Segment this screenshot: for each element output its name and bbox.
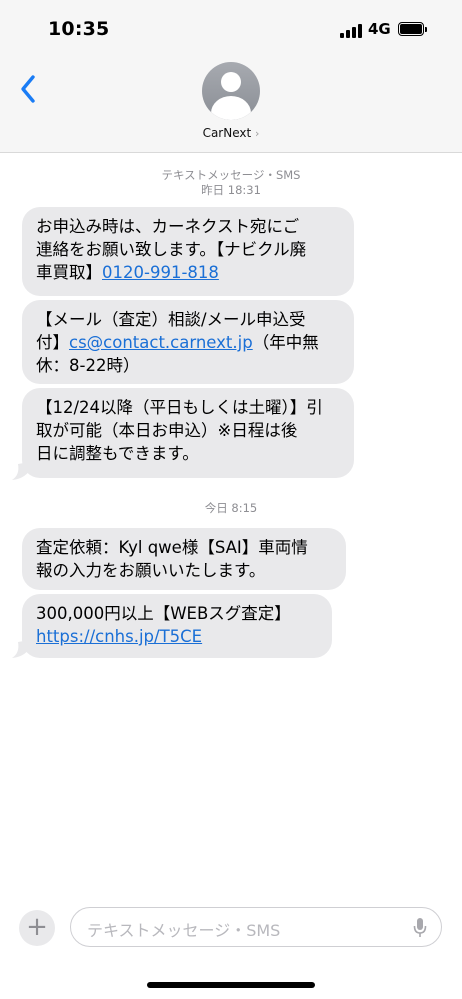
message-line: 取が可能（本日お申込）※日程は後 — [36, 421, 298, 440]
message-meta-label: テキストメッセージ・SMS — [161, 168, 301, 182]
message-text: 車買取】 — [36, 263, 102, 282]
message-line: 日に調整もできます。 — [36, 444, 199, 463]
message-bubble[interactable]: 査定依頼：Kyl qwe様【SAI】車両情 報の入力をお願いいたします。 — [22, 528, 346, 590]
message-line: 付】cs@contact.carnext.jp（年中無 — [36, 331, 340, 354]
message-line: お申込み時は、カーネクスト宛にご — [36, 217, 300, 236]
message-line: 休：8-22時） — [36, 356, 140, 375]
battery-icon — [398, 22, 427, 36]
message-line: 【12/24以降（平日もしくは土曜）】引 — [36, 398, 323, 417]
contact-avatar[interactable] — [202, 62, 260, 120]
message-bubble[interactable]: 【12/24以降（平日もしくは土曜）】引 取が可能（本日お申込）※日程は後 日に… — [22, 388, 354, 478]
apps-plus-button[interactable]: + — [19, 910, 55, 946]
phone-link[interactable]: 0120-991-818 — [102, 263, 219, 282]
message-line: 査定依頼：Kyl qwe様【SAI】車両情 — [36, 538, 308, 557]
microphone-icon[interactable] — [413, 917, 427, 939]
message-line: https://cnhs.jp/T5CE — [36, 625, 318, 648]
email-link[interactable]: cs@contact.carnext.jp — [69, 333, 253, 352]
message-bubble[interactable]: 【メール（査定）相談/メール申込受 付】cs@contact.carnext.j… — [22, 300, 354, 384]
message-text: 付】 — [36, 333, 69, 352]
home-indicator — [147, 982, 315, 988]
message-meta-time: 昨日 18:31 — [201, 183, 261, 197]
person-icon-head — [221, 72, 241, 92]
contact-name-button[interactable]: CarNext › — [0, 126, 462, 140]
person-icon-body — [211, 96, 251, 120]
message-line: 連絡をお願い致します。【ナビクル廃 — [36, 240, 307, 259]
message-line: 300,000円以上【WEBスグ査定】 — [36, 604, 291, 623]
message-bubble[interactable]: 300,000円以上【WEBスグ査定】 https://cnhs.jp/T5CE — [22, 594, 332, 658]
message-line: 報の入力をお願いいたします。 — [36, 561, 266, 580]
message-line: 【メール（査定）相談/メール申込受 — [36, 310, 306, 329]
message-input[interactable]: テキストメッセージ・SMS — [70, 907, 442, 947]
message-input-placeholder: テキストメッセージ・SMS — [87, 921, 281, 940]
chevron-left-icon — [21, 75, 35, 103]
message-meta-time: 今日 8:15 — [204, 501, 258, 515]
contact-name: CarNext — [202, 126, 252, 140]
url-link[interactable]: https://cnhs.jp/T5CE — [36, 627, 202, 646]
message-line: 車買取】0120-991-818 — [36, 261, 340, 284]
network-type: 4G — [368, 20, 391, 38]
message-text: （年中無 — [252, 333, 319, 352]
conversation-header: CarNext › — [0, 60, 462, 153]
chevron-right-icon: › — [255, 127, 260, 140]
bubble-tail — [12, 462, 30, 480]
status-time: 10:35 — [48, 18, 110, 40]
message-bubble[interactable]: お申込み時は、カーネクスト宛にご 連絡をお願い致します。【ナビクル廃 車買取】0… — [22, 207, 354, 296]
bubble-tail — [12, 640, 30, 658]
status-bar: 10:35 4G — [0, 0, 462, 60]
back-button[interactable] — [16, 72, 46, 106]
cellular-signal-icon — [340, 24, 362, 38]
